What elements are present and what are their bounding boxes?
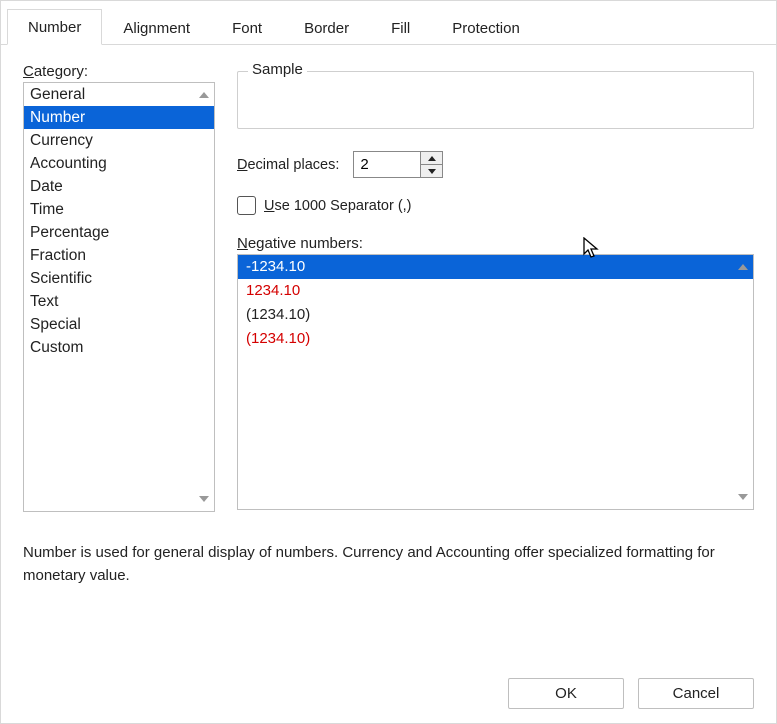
- list-item[interactable]: Time: [24, 198, 214, 221]
- list-item[interactable]: Custom: [24, 336, 214, 359]
- tab-fill[interactable]: Fill: [370, 10, 431, 45]
- category-label: Category:: [23, 63, 215, 80]
- list-item[interactable]: -1234.10: [238, 255, 753, 279]
- cancel-button[interactable]: Cancel: [638, 678, 754, 709]
- list-item[interactable]: Currency: [24, 129, 214, 152]
- tab-border[interactable]: Border: [283, 10, 370, 45]
- negative-numbers-label: Negative numbers:: [237, 235, 754, 252]
- list-item[interactable]: Date: [24, 175, 214, 198]
- category-description: Number is used for general display of nu…: [23, 541, 754, 587]
- sample-legend: Sample: [248, 61, 307, 78]
- thousand-separator-label: Use 1000 Separator (,): [264, 198, 412, 214]
- decimal-places-label: Decimal places:: [237, 157, 339, 173]
- scroll-down-arrow[interactable]: [735, 489, 751, 505]
- decimal-places-spinner[interactable]: [353, 151, 443, 178]
- list-item[interactable]: (1234.10): [238, 303, 753, 327]
- list-item[interactable]: General: [24, 83, 214, 106]
- list-item[interactable]: Text: [24, 290, 214, 313]
- thousand-separator-checkbox[interactable]: [237, 196, 256, 215]
- list-item[interactable]: 1234.10: [238, 279, 753, 303]
- scroll-down-arrow[interactable]: [196, 491, 212, 507]
- spinner-down-icon[interactable]: [421, 165, 442, 177]
- format-cells-dialog: NumberAlignmentFontBorderFillProtection …: [0, 0, 777, 724]
- tab-bar: NumberAlignmentFontBorderFillProtection: [1, 1, 776, 45]
- negative-numbers-listbox[interactable]: -1234.101234.10(1234.10)(1234.10): [237, 254, 754, 510]
- list-item[interactable]: Accounting: [24, 152, 214, 175]
- list-item[interactable]: Special: [24, 313, 214, 336]
- list-item[interactable]: Scientific: [24, 267, 214, 290]
- category-listbox[interactable]: GeneralNumberCurrencyAccountingDateTimeP…: [23, 82, 215, 512]
- list-item[interactable]: (1234.10): [238, 327, 753, 351]
- tab-font[interactable]: Font: [211, 10, 283, 45]
- spinner-up-icon[interactable]: [421, 152, 442, 165]
- scroll-up-arrow[interactable]: [735, 259, 751, 275]
- decimal-places-input[interactable]: [354, 152, 420, 177]
- scroll-up-arrow[interactable]: [196, 87, 212, 103]
- list-item[interactable]: Percentage: [24, 221, 214, 244]
- sample-group: Sample: [237, 71, 754, 129]
- ok-button[interactable]: OK: [508, 678, 624, 709]
- tab-number[interactable]: Number: [7, 9, 102, 45]
- tab-protection[interactable]: Protection: [431, 10, 541, 45]
- list-item[interactable]: Number: [24, 106, 214, 129]
- list-item[interactable]: Fraction: [24, 244, 214, 267]
- tab-alignment[interactable]: Alignment: [102, 10, 211, 45]
